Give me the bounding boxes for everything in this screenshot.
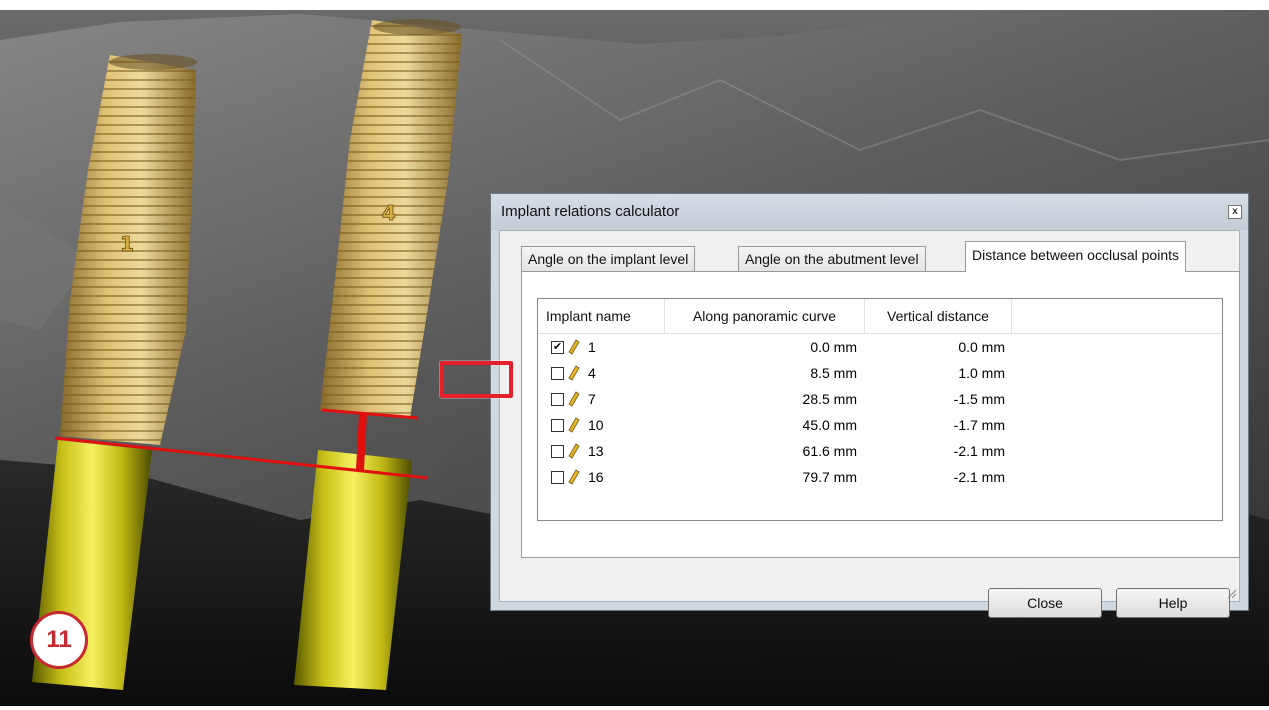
dialog-titlebar[interactable]: Implant relations calculator x bbox=[491, 194, 1248, 230]
dialog-title: Implant relations calculator bbox=[501, 203, 680, 220]
table-row[interactable]: 4 8.5 mm 1.0 mm bbox=[538, 361, 1222, 387]
implant-name-cell: 13 bbox=[588, 443, 604, 459]
table-row[interactable]: 7 28.5 mm -1.5 mm bbox=[538, 387, 1222, 413]
tab-angle-abutment-level[interactable]: Angle on the abutment level bbox=[738, 246, 926, 271]
along-curve-cell: 61.6 mm bbox=[802, 443, 857, 459]
implant-icon bbox=[568, 391, 580, 407]
implant-icon bbox=[568, 443, 580, 459]
table-row[interactable]: ✔ 1 0.0 mm 0.0 mm bbox=[538, 335, 1222, 361]
resize-grip-icon[interactable] bbox=[1225, 587, 1237, 599]
row-checkbox[interactable] bbox=[551, 445, 564, 458]
implant-name-cell: 16 bbox=[588, 469, 604, 485]
highlight-box bbox=[440, 361, 513, 398]
3d-viewport[interactable]: 1 4 11 Implant relations calculator x An… bbox=[0, 0, 1269, 706]
along-curve-cell: 79.7 mm bbox=[802, 469, 857, 485]
vertical-distance-cell: -1.5 mm bbox=[953, 391, 1005, 407]
column-header-implant-name[interactable]: Implant name bbox=[538, 299, 665, 333]
row-checkbox[interactable]: ✔ bbox=[551, 341, 564, 354]
implant-icon bbox=[568, 365, 580, 381]
close-button[interactable]: Close bbox=[988, 588, 1102, 618]
implant-name-cell: 10 bbox=[588, 417, 604, 433]
along-curve-cell: 8.5 mm bbox=[810, 365, 857, 381]
implant-icon bbox=[568, 417, 580, 433]
tab-panel: Implant name Along panoramic curve Verti… bbox=[521, 271, 1240, 558]
row-checkbox[interactable] bbox=[551, 471, 564, 484]
vertical-distance-cell: -2.1 mm bbox=[953, 443, 1005, 459]
implant-name-cell: 4 bbox=[588, 365, 596, 381]
column-header-vertical-distance[interactable]: Vertical distance bbox=[865, 299, 1012, 333]
list-header: Implant name Along panoramic curve Verti… bbox=[538, 299, 1222, 334]
vertical-distance-cell: 0.0 mm bbox=[958, 339, 1005, 355]
tab-angle-implant-level[interactable]: Angle on the implant level bbox=[521, 246, 696, 271]
step-badge: 11 bbox=[30, 611, 88, 669]
vertical-distance-cell: 1.0 mm bbox=[958, 365, 1005, 381]
implant-label-1: 1 bbox=[120, 232, 134, 256]
table-row[interactable]: 16 79.7 mm -2.1 mm bbox=[538, 465, 1222, 491]
help-button[interactable]: Help bbox=[1116, 588, 1230, 618]
row-checkbox[interactable] bbox=[551, 367, 564, 380]
along-curve-cell: 0.0 mm bbox=[810, 339, 857, 355]
along-curve-cell: 28.5 mm bbox=[802, 391, 857, 407]
row-checkbox[interactable] bbox=[551, 419, 564, 432]
row-checkbox[interactable] bbox=[551, 393, 564, 406]
column-header-along-panoramic-curve[interactable]: Along panoramic curve bbox=[665, 299, 865, 333]
vertical-distance-cell: -1.7 mm bbox=[953, 417, 1005, 433]
implant-icon bbox=[568, 339, 580, 355]
implant-name-cell: 7 bbox=[588, 391, 596, 407]
tab-distance-occlusal-points[interactable]: Distance between occlusal points bbox=[965, 241, 1187, 272]
table-row[interactable]: 13 61.6 mm -2.1 mm bbox=[538, 439, 1222, 465]
implant-relations-dialog: Implant relations calculator x Angle on … bbox=[490, 193, 1249, 618]
table-row[interactable]: 10 45.0 mm -1.7 mm bbox=[538, 413, 1222, 439]
dialog-client-area: Angle on the implant level Angle on the … bbox=[499, 230, 1240, 618]
along-curve-cell: 45.0 mm bbox=[802, 417, 857, 433]
implant-icon bbox=[568, 469, 580, 485]
implant-list[interactable]: Implant name Along panoramic curve Verti… bbox=[537, 298, 1223, 521]
implant-name-cell: 1 bbox=[588, 339, 596, 355]
vertical-distance-cell: -2.1 mm bbox=[953, 469, 1005, 485]
implant-label-4: 4 bbox=[382, 201, 396, 225]
close-icon[interactable]: x bbox=[1228, 205, 1242, 219]
